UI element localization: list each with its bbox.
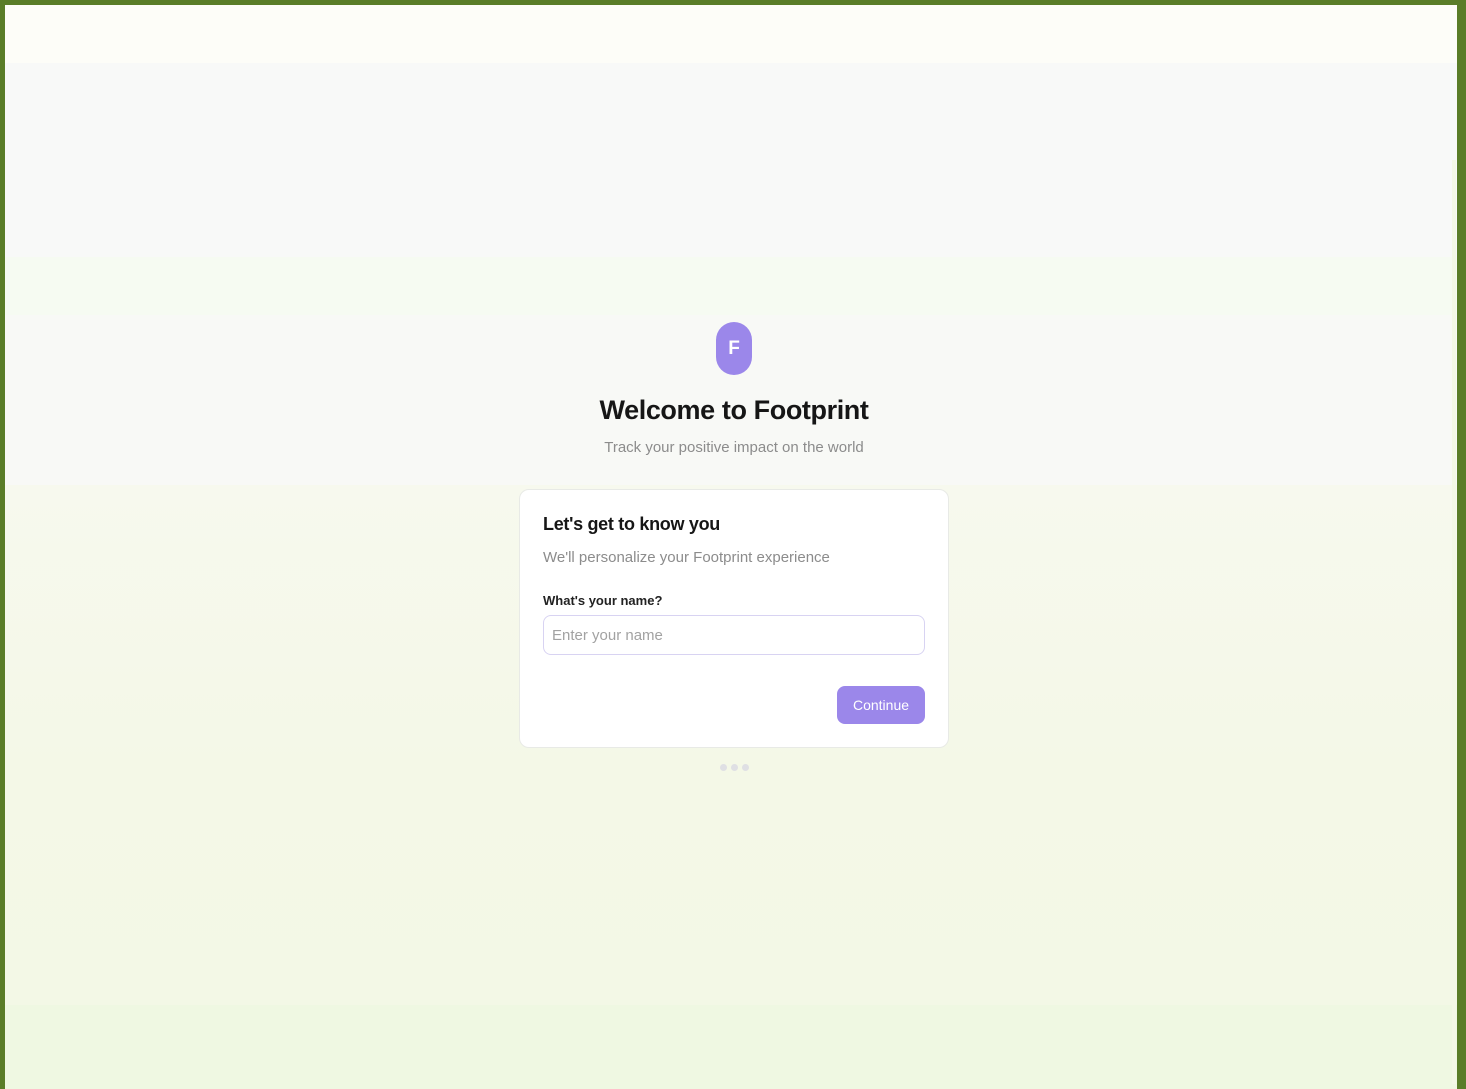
step-indicator	[719, 764, 749, 771]
step-dot	[730, 764, 738, 771]
continue-button[interactable]: Continue	[837, 686, 925, 724]
step-dot	[719, 764, 727, 771]
window-edge	[1452, 160, 1456, 1084]
card-title: Let's get to know you	[543, 514, 720, 534]
name-input[interactable]	[543, 615, 925, 655]
onboarding-container: F Welcome to Footprint Track your positi…	[5, 322, 1457, 771]
card-actions: Continue	[543, 686, 925, 724]
page-title: Welcome to Footprint	[599, 395, 869, 425]
footprint-logo: F	[716, 322, 752, 375]
logo-letter: F	[728, 337, 740, 359]
page-subtitle: Track your positive impact on the world	[604, 439, 864, 456]
onboarding-card: Let's get to know you We'll personalize …	[519, 489, 949, 748]
name-field-label: What's your name?	[543, 593, 663, 608]
step-dot	[741, 764, 749, 771]
app-viewport: F Welcome to Footprint Track your positi…	[5, 5, 1457, 1089]
card-description: We'll personalize your Footprint experie…	[543, 549, 830, 566]
